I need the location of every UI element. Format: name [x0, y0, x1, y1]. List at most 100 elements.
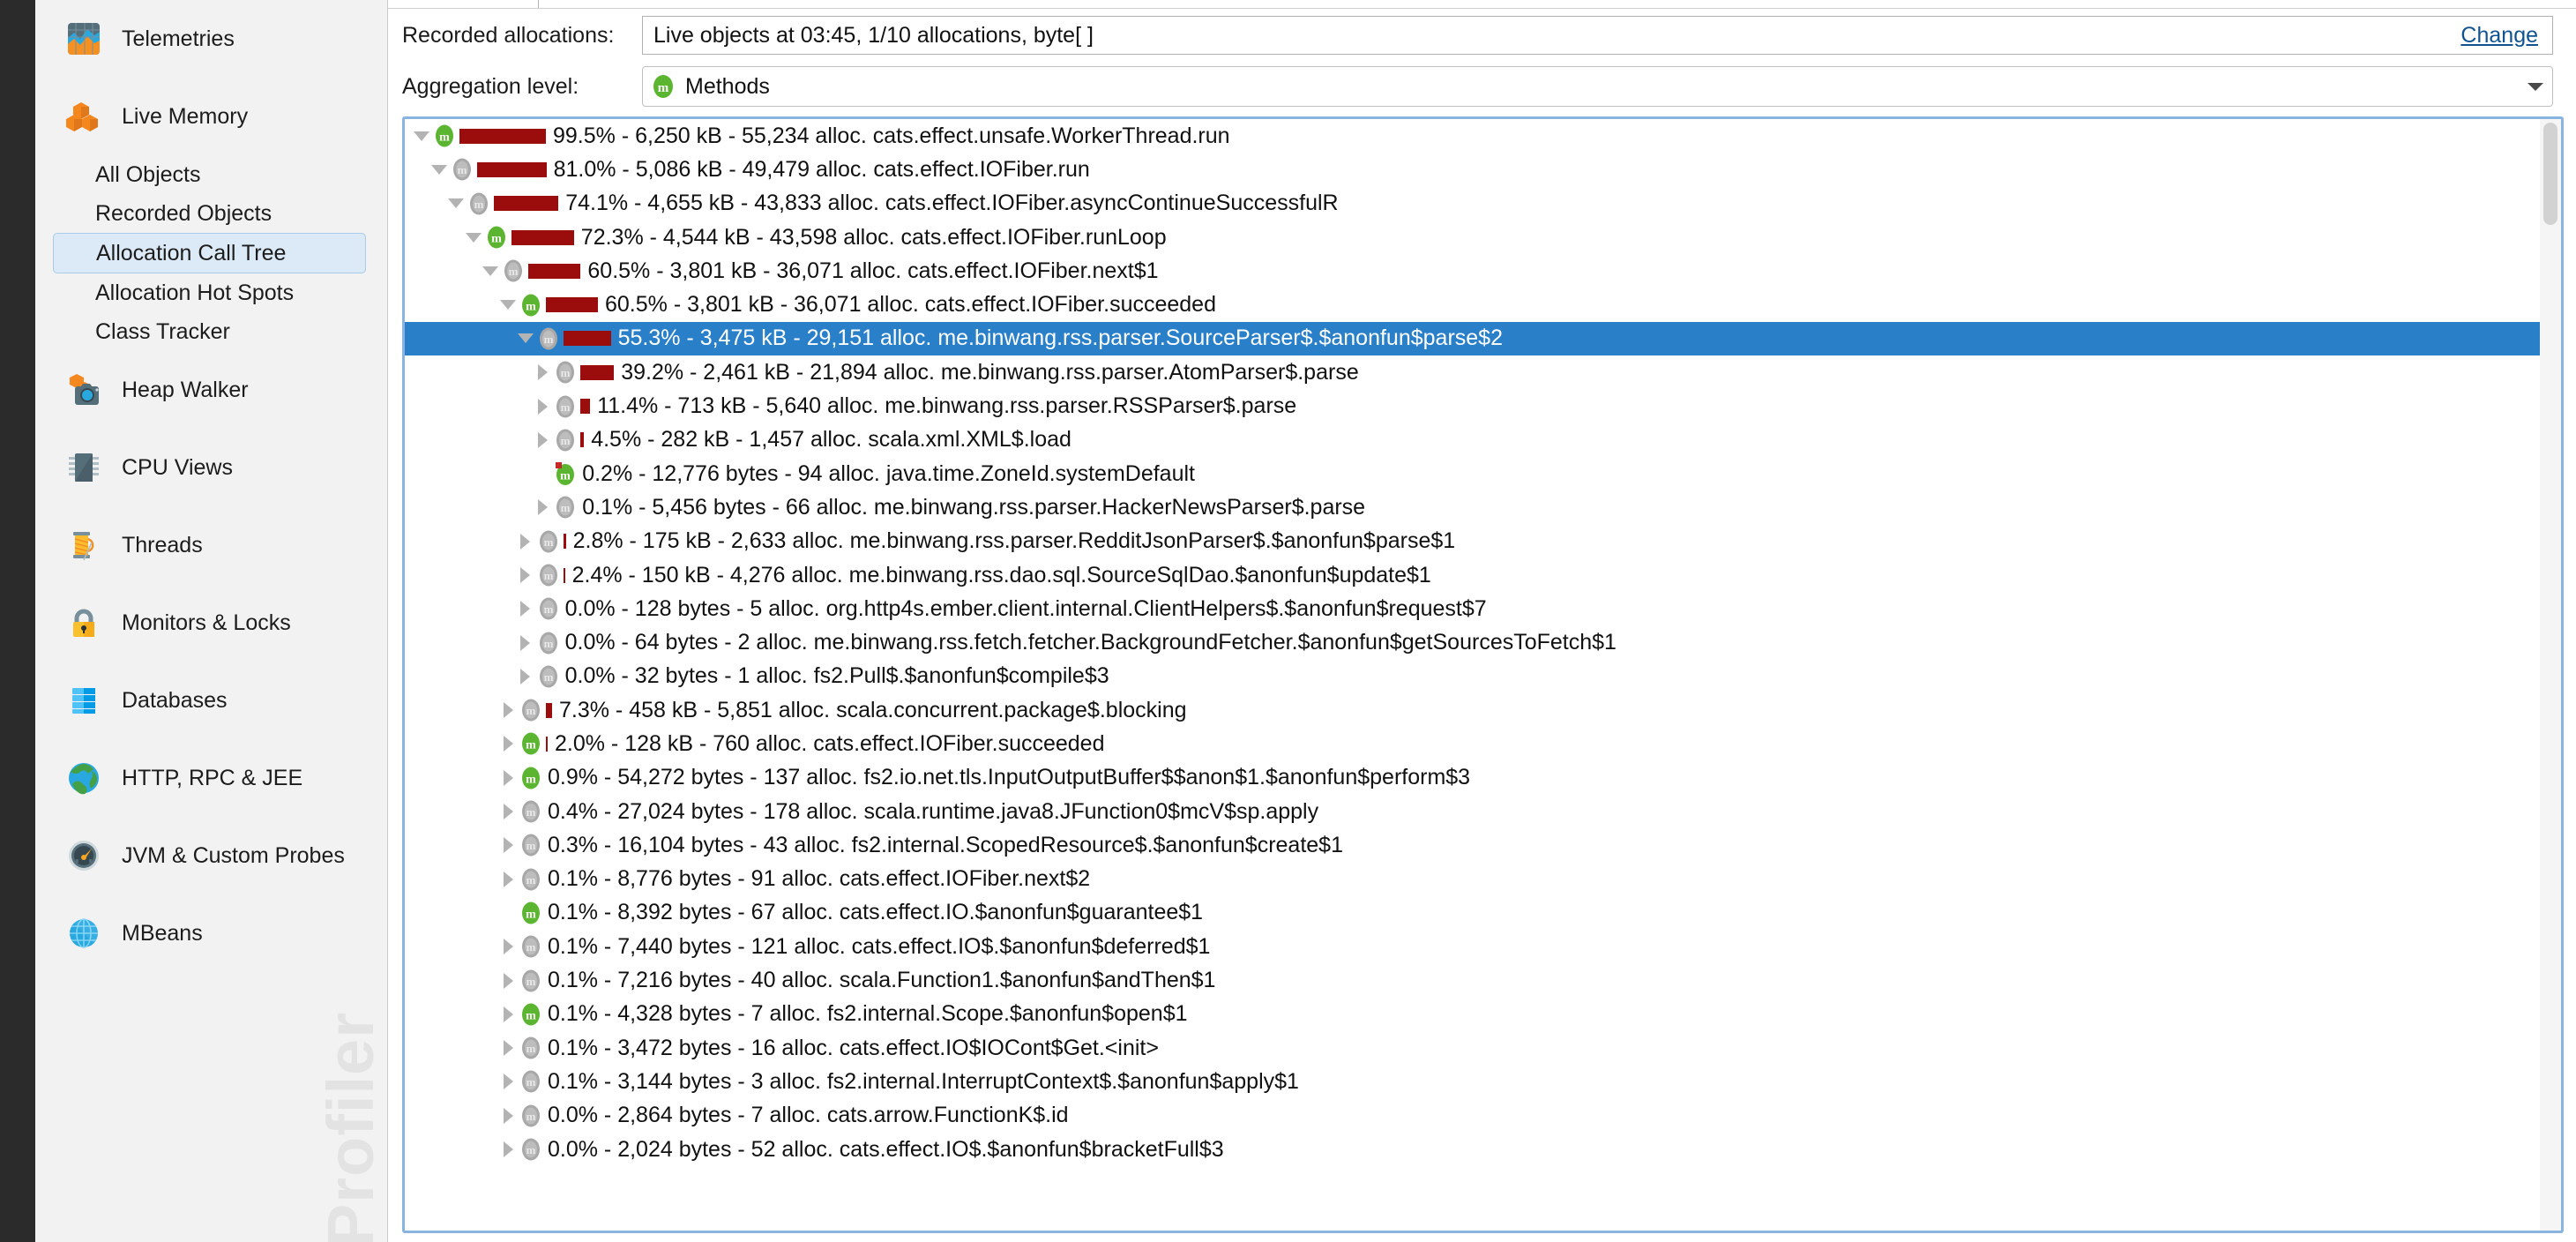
tree-row[interactable]: m 11.4% - 713 kB - 5,640 alloc. me.binwan… [405, 389, 2540, 423]
chevron-down-icon[interactable] [410, 131, 433, 141]
tree-row[interactable]: m 0.1% - 7,440 bytes - 121 alloc. cats.ef… [405, 930, 2540, 963]
chevron-right-icon[interactable] [514, 601, 537, 617]
allocation-bar [563, 534, 566, 550]
sidebar-item-allocation-call-tree[interactable]: Allocation Call Tree [53, 233, 366, 273]
tree-row[interactable]: m 39.2% - 2,461 kB - 21,894 alloc. me.bin… [405, 355, 2540, 389]
tree-row[interactable]: m 0.1% - 3,472 bytes - 16 alloc. cats.eff… [405, 1031, 2540, 1065]
tree-row[interactable]: m 60.5% - 3,801 kB - 36,071 alloc. cats.e… [405, 254, 2540, 288]
chevron-right-icon[interactable] [531, 398, 554, 415]
aggregation-level-select[interactable]: m Methods [642, 66, 2553, 107]
tree-row[interactable]: m 0.0% - 32 bytes - 1 alloc. fs2.Pull$.$a… [405, 660, 2540, 693]
tree-row[interactable]: m 4.5% - 282 kB - 1,457 alloc. scala.xml.… [405, 423, 2540, 457]
sidebar-item-allocation-hot-spots[interactable]: Allocation Hot Spots [35, 273, 387, 312]
chevron-right-icon[interactable] [497, 736, 519, 752]
sidebar-item-class-tracker[interactable]: Class Tracker [35, 312, 387, 351]
chevron-down-icon[interactable] [428, 164, 451, 175]
tree-vertical-scrollbar[interactable] [2540, 119, 2561, 1231]
tree-row[interactable]: m 0.4% - 27,024 bytes - 178 alloc. scala.… [405, 795, 2540, 828]
chevron-right-icon[interactable] [497, 837, 519, 854]
chevron-right-icon[interactable] [497, 1006, 519, 1022]
tree-row-label: 0.1% - 3,472 bytes - 16 alloc. cats.effe… [548, 1035, 1159, 1060]
tree-row[interactable]: m 0.9% - 54,272 bytes - 137 alloc. fs2.io… [405, 761, 2540, 795]
chevron-down-icon[interactable] [444, 198, 467, 209]
method-icon-gray: m [519, 866, 542, 893]
tree-row[interactable]: m 74.1% - 4,655 kB - 43,833 alloc. cats.e… [405, 187, 2540, 221]
chevron-right-icon[interactable] [514, 668, 537, 685]
tree-row[interactable]: m 0.1% - 3,144 bytes - 3 alloc. fs2.inter… [405, 1065, 2540, 1098]
chevron-right-icon[interactable] [497, 871, 519, 887]
chevron-right-icon[interactable] [514, 533, 537, 550]
sidebar-item-recorded-objects[interactable]: Recorded Objects [35, 194, 387, 233]
chevron-right-icon[interactable] [497, 1107, 519, 1124]
sidebar-item-monitors-locks[interactable]: Monitors & Locks [35, 584, 387, 662]
tree-row[interactable]: m 0.0% - 2,864 bytes - 7 alloc. cats.arro… [405, 1099, 2540, 1133]
tree-row-label: 81.0% - 5,086 kB - 49,479 alloc. cats.ef… [553, 156, 1090, 182]
chevron-right-icon[interactable] [531, 431, 554, 448]
chevron-right-icon[interactable] [497, 1141, 519, 1158]
method-icon-gray: m [451, 156, 474, 183]
tree-row-label: 7.3% - 458 kB - 5,851 alloc. scala.concu… [559, 697, 1187, 722]
sidebar-item-live-memory[interactable]: Live Memory [35, 78, 387, 155]
sidebar-item-jvm-custom-probes[interactable]: JVM & Custom Probes [35, 817, 387, 894]
tree-row[interactable]: m 81.0% - 5,086 kB - 49,479 alloc. cats.e… [405, 153, 2540, 186]
chevron-right-icon[interactable] [497, 769, 519, 786]
svg-text:m: m [526, 704, 536, 717]
tree-row[interactable]: m 0.1% - 8,392 bytes - 67 alloc. cats.eff… [405, 896, 2540, 930]
tree-row-label: 0.2% - 12,776 bytes - 94 alloc. java.tim… [582, 460, 1195, 486]
tree-row[interactable]: m 0.3% - 16,104 bytes - 43 alloc. fs2.int… [405, 828, 2540, 862]
tree-row[interactable]: m 7.3% - 458 kB - 5,851 alloc. scala.conc… [405, 693, 2540, 727]
allocation-call-tree[interactable]: m 99.5% - 6,250 kB - 55,234 alloc. cats.e… [405, 119, 2540, 1231]
tree-row[interactable]: m 72.3% - 4,544 kB - 43,598 alloc. cats.e… [405, 221, 2540, 254]
tree-row[interactable]: m 2.0% - 128 kB - 760 alloc. cats.effect.… [405, 727, 2540, 760]
chevron-down-icon[interactable] [497, 300, 519, 310]
tree-row[interactable]: m 0.0% - 128 bytes - 5 alloc. org.http4s.… [405, 592, 2540, 625]
svg-text:m: m [526, 873, 536, 887]
tree-row[interactable]: m 0.1% - 4,328 bytes - 7 alloc. fs2.inter… [405, 998, 2540, 1031]
method-icon-green: m [485, 224, 508, 251]
tree-row[interactable]: m 2.8% - 175 kB - 2,633 alloc. me.binwang… [405, 525, 2540, 558]
tree-row[interactable]: m 60.5% - 3,801 kB - 36,071 alloc. cats.e… [405, 288, 2540, 321]
chevron-right-icon[interactable] [514, 567, 537, 583]
sidebar-item-http-rpc-jee[interactable]: HTTP, RPC & JEE [35, 739, 387, 817]
allocation-bar [528, 263, 581, 279]
sidebar-item-databases[interactable]: Databases [35, 662, 387, 739]
tree-row-label: 60.5% - 3,801 kB - 36,071 alloc. cats.ef… [605, 292, 1216, 318]
tree-row[interactable]: m 0.0% - 64 bytes - 2 alloc. me.binwang.r… [405, 625, 2540, 659]
sidebar-item-cpu-views[interactable]: CPU Views [35, 429, 387, 506]
tree-row[interactable]: m 0.1% - 5,456 bytes - 66 alloc. me.binwa… [405, 490, 2540, 524]
chevron-down-icon[interactable] [479, 266, 502, 276]
tree-row[interactable]: m 0.1% - 7,216 bytes - 40 alloc. scala.Fu… [405, 963, 2540, 997]
chevron-right-icon[interactable] [497, 702, 519, 719]
sidebar-item-heap-walker[interactable]: Heap Walker [35, 351, 387, 429]
sidebar-item-all-objects[interactable]: All Objects [35, 155, 387, 194]
chevron-right-icon[interactable] [497, 972, 519, 989]
tree-row[interactable]: m 99.5% - 6,250 kB - 55,234 alloc. cats.e… [405, 119, 2540, 153]
sidebar-item-label: Heap Walker [122, 377, 249, 402]
change-link[interactable]: Change [2460, 23, 2542, 49]
chevron-right-icon[interactable] [514, 634, 537, 651]
chevron-down-icon[interactable] [2527, 82, 2543, 91]
chevron-right-icon[interactable] [531, 499, 554, 516]
tree-row[interactable]: m 55.3% - 3,475 kB - 29,151 alloc. me.bin… [405, 321, 2540, 356]
chevron-down-icon[interactable] [462, 232, 485, 243]
tree-scrollbar-thumb[interactable] [2543, 123, 2557, 225]
tree-row[interactable]: m 2.4% - 150 kB - 4,276 alloc. me.binwang… [405, 558, 2540, 592]
sidebar-item-threads[interactable]: Threads [35, 506, 387, 584]
sidebar-item-mbeans[interactable]: MBeans [35, 894, 387, 972]
chevron-down-icon[interactable] [514, 333, 537, 344]
tree-row[interactable]: m 0.0% - 2,024 bytes - 52 alloc. cats.eff… [405, 1133, 2540, 1166]
tree-row[interactable]: m 0.1% - 8,776 bytes - 91 alloc. cats.eff… [405, 863, 2540, 896]
sidebar-item-telemetries[interactable]: Telemetries [35, 0, 387, 78]
method-icon-green: m [433, 123, 456, 149]
chevron-right-icon[interactable] [497, 1040, 519, 1057]
tree-row[interactable]: m 0.2% - 12,776 bytes - 94 alloc. java.ti… [405, 457, 2540, 490]
chevron-right-icon[interactable] [497, 1074, 519, 1090]
chevron-right-icon[interactable] [497, 939, 519, 955]
chevron-right-icon[interactable] [531, 364, 554, 381]
chevron-right-icon[interactable] [497, 804, 519, 820]
